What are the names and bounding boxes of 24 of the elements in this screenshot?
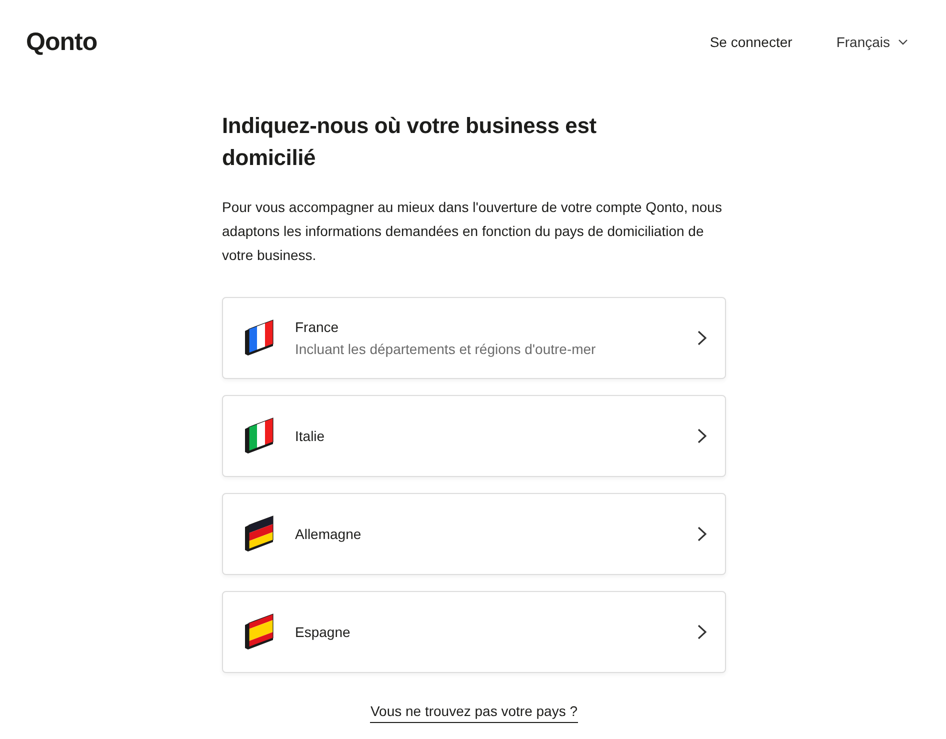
help-link[interactable]: Vous ne trouvez pas votre pays ? — [370, 703, 578, 723]
chevron-right-icon — [697, 330, 707, 346]
country-card[interactable]: France Incluant les départements et régions d'outre-mer — [222, 297, 726, 379]
intro-text: Pour vous accompagner au mieux dans l'ouverture de votre compte Qonto, nous adaptons les informations demandées en fonction du pays de domiciliation de votre business. — [222, 198, 723, 265]
logo[interactable]: Qonto — [26, 28, 98, 56]
flag-icon — [243, 416, 275, 456]
flag-icon — [243, 514, 275, 554]
country-name: Espagne — [295, 624, 352, 640]
flag-icon — [243, 612, 275, 652]
page-title: Indiquez-nous où votre business est domicilié — [222, 112, 598, 172]
chevron-right-icon — [697, 428, 707, 444]
flag-icon — [243, 318, 275, 358]
country-card[interactable]: Allemagne — [222, 493, 726, 575]
chevron-down-icon — [898, 39, 908, 45]
country-name: France — [295, 319, 340, 335]
country-card[interactable]: Espagne — [222, 591, 726, 673]
country-name: Allemagne — [295, 526, 362, 542]
country-name: Italie — [295, 428, 326, 444]
chevron-right-icon — [697, 624, 707, 640]
country-subtitle: Incluant les départements et régions d'outre-mer — [295, 341, 597, 357]
language-selector[interactable]: Français — [836, 34, 908, 50]
chevron-right-icon — [697, 526, 707, 542]
country-card[interactable]: Italie — [222, 395, 726, 477]
login-link[interactable]: Se connecter — [710, 34, 792, 50]
